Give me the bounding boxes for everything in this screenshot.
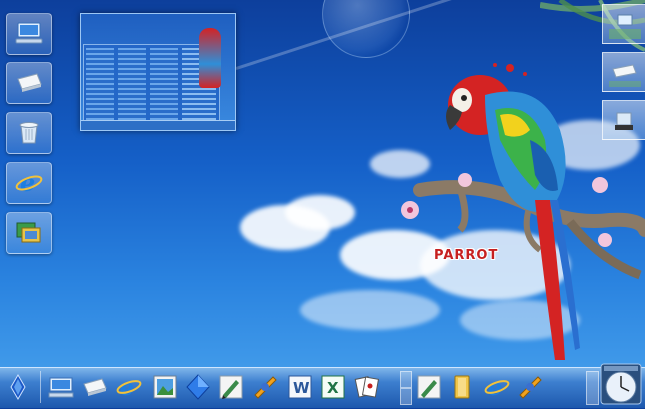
drive-icon[interactable] (80, 372, 110, 402)
preview-menu-column (118, 48, 146, 120)
recycle-bin-icon[interactable] (6, 112, 52, 154)
pen-tool-icon[interactable] (414, 372, 444, 402)
diamond-icon[interactable] (183, 372, 213, 402)
preview-parrot (199, 28, 221, 88)
media-player-icon[interactable] (250, 372, 280, 402)
cloud (300, 290, 440, 330)
clock-gadget[interactable] (600, 363, 642, 405)
cards-icon[interactable] (352, 372, 382, 402)
taskbar: e W X e (0, 367, 645, 408)
pen-tool-icon[interactable] (216, 372, 246, 402)
cloud (285, 195, 355, 230)
preview-menu-column (86, 48, 114, 120)
taskbar-divider (40, 371, 41, 403)
taskbar-scroll-right[interactable] (586, 371, 599, 405)
side-thumbnail[interactable] (602, 100, 645, 140)
internet-explorer-icon[interactable]: e (114, 372, 144, 402)
svg-text:e: e (120, 375, 134, 400)
computer-icon[interactable] (6, 13, 52, 55)
internet-explorer-icon[interactable]: e (6, 162, 52, 204)
parrot-caption: PARROT (434, 248, 499, 263)
svg-text:X: X (327, 379, 339, 397)
window-preview[interactable] (80, 13, 236, 131)
excel-icon[interactable]: X (318, 372, 348, 402)
word-icon[interactable]: W (285, 372, 315, 402)
image-icon[interactable] (150, 372, 180, 402)
media-player-icon[interactable] (515, 372, 545, 402)
side-thumbnail[interactable] (602, 52, 645, 92)
internet-explorer-icon[interactable]: e (482, 372, 512, 402)
control-panel-icon[interactable] (6, 212, 52, 254)
svg-text:e: e (20, 169, 35, 195)
folder-icon[interactable] (447, 372, 477, 402)
svg-text:W: W (293, 379, 310, 397)
preview-taskbar (81, 120, 235, 130)
start-orb-icon[interactable] (3, 372, 33, 402)
svg-text:e: e (488, 375, 502, 400)
network-drive-icon[interactable] (6, 62, 52, 104)
planet-glow (322, 0, 410, 58)
taskbar-scroll-up[interactable] (400, 371, 412, 388)
taskbar-scroll-down[interactable] (400, 388, 412, 405)
preview-menu-column (150, 48, 178, 120)
computer-icon[interactable] (46, 372, 76, 402)
parrot-illustration (446, 63, 580, 360)
side-thumbnail[interactable] (602, 4, 645, 44)
